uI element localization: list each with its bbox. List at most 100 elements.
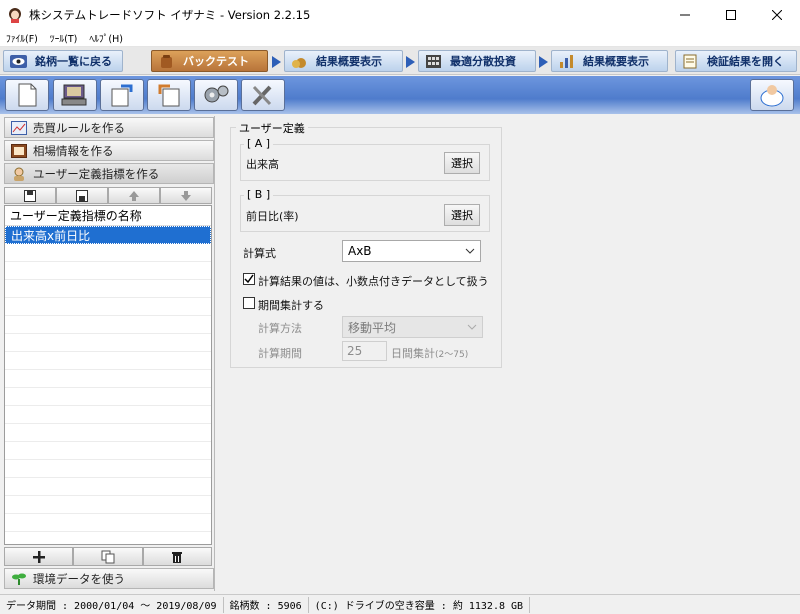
add-button[interactable] bbox=[4, 547, 74, 566]
menu-tools[interactable]: ﾂｰﾙ(T) bbox=[44, 31, 83, 45]
delete-button[interactable] bbox=[142, 547, 212, 566]
a-label: [ A ] bbox=[244, 137, 274, 150]
tab-optimal-diversification[interactable]: 最適分散投資 bbox=[418, 50, 536, 72]
save-as-button[interactable] bbox=[56, 187, 108, 204]
tab-label: 最適分散投資 bbox=[450, 55, 516, 68]
create-user-indicator-button[interactable]: ユーザー定義指標を作る bbox=[4, 163, 214, 184]
calc-method-select[interactable]: 移動平均 bbox=[342, 316, 483, 338]
import-button[interactable] bbox=[147, 79, 191, 111]
list-item-empty[interactable] bbox=[5, 406, 211, 424]
list-item-empty[interactable] bbox=[5, 514, 211, 532]
minimize-button[interactable] bbox=[662, 0, 708, 30]
period-checkbox-label[interactable]: 期間集計する bbox=[258, 297, 324, 313]
menu-help[interactable]: ﾍﾙﾌﾟ(H) bbox=[83, 31, 129, 45]
maximize-button[interactable] bbox=[708, 0, 754, 30]
calc-period-input[interactable]: 25 bbox=[342, 341, 387, 361]
title-bar: 株システムトレードソフト イザナミ - Version 2.2.15 bbox=[0, 0, 800, 30]
list-item-empty[interactable] bbox=[5, 442, 211, 460]
list-item-empty[interactable] bbox=[5, 388, 211, 406]
create-market-info-button[interactable]: 相場情報を作る bbox=[4, 140, 214, 161]
grid-icon bbox=[426, 54, 441, 68]
use-environment-data-button[interactable]: 環境データを使う bbox=[4, 568, 214, 589]
list-item-empty[interactable] bbox=[5, 370, 211, 388]
menu-file[interactable]: ﾌｧｲﾙ(F) bbox=[0, 31, 44, 45]
list-item-empty[interactable] bbox=[5, 280, 211, 298]
export-icon bbox=[111, 84, 133, 107]
list-header: ユーザー定義指標の名称 bbox=[5, 206, 211, 226]
export-button[interactable] bbox=[100, 79, 144, 111]
list-item-empty[interactable] bbox=[5, 298, 211, 316]
stock-count: 銘柄数 : 5906 bbox=[224, 596, 309, 613]
list-item-empty[interactable] bbox=[5, 316, 211, 334]
copy-button[interactable] bbox=[73, 547, 143, 566]
period-checkbox[interactable] bbox=[243, 297, 255, 309]
a-select-button[interactable]: 選択 bbox=[444, 152, 480, 174]
gears-icon bbox=[204, 85, 229, 103]
close-icon bbox=[772, 10, 782, 20]
formula-select[interactable]: AxB bbox=[342, 240, 481, 262]
app-icon bbox=[9, 8, 21, 23]
formula-label: 計算式 bbox=[243, 247, 276, 260]
tools-button[interactable] bbox=[241, 79, 285, 111]
data-period: データ期間 : 2000/01/04 〜 2019/08/09 bbox=[0, 596, 224, 613]
plus-icon bbox=[32, 550, 45, 563]
settings-button[interactable] bbox=[194, 79, 238, 111]
print-button[interactable] bbox=[53, 79, 97, 111]
calc-period-unit: 日間集計 bbox=[391, 347, 435, 360]
create-trade-rule-button[interactable]: 売買ルールを作る bbox=[4, 117, 214, 138]
frame-icon bbox=[11, 143, 27, 158]
list-item[interactable]: 出来高x前日比 bbox=[5, 226, 211, 244]
arrow-right-icon bbox=[539, 56, 548, 68]
indicator-list: ユーザー定義指標の名称 出来高x前日比 bbox=[4, 205, 212, 545]
bar-chart-icon bbox=[560, 54, 573, 68]
left-panel: 売買ルールを作る 相場情報を作る ユーザー定義指標を作る ユーザー定義指標の名称… bbox=[0, 116, 215, 591]
new-file-icon bbox=[18, 83, 37, 107]
b-select-button[interactable]: 選択 bbox=[444, 204, 480, 226]
decimal-checkbox[interactable] bbox=[243, 273, 255, 285]
toolbar bbox=[0, 76, 800, 114]
tab-open-results[interactable]: 検証結果を開く bbox=[675, 50, 797, 72]
chevron-down-icon bbox=[465, 248, 475, 254]
menu-bar: ﾌｧｲﾙ(F) ﾂｰﾙ(T) ﾍﾙﾌﾟ(H) bbox=[0, 30, 800, 47]
tab-label: バックテスト bbox=[183, 55, 249, 68]
save-button[interactable] bbox=[4, 187, 56, 204]
money-bag-icon bbox=[292, 57, 306, 68]
side-button-label: ユーザー定義指標を作る bbox=[33, 166, 160, 181]
arrow-right-icon bbox=[406, 56, 415, 68]
list-item-empty[interactable] bbox=[5, 424, 211, 442]
b-value: 前日比(率) bbox=[246, 210, 299, 223]
list-item-empty[interactable] bbox=[5, 244, 211, 262]
tab-result-summary-2[interactable]: 結果概要表示 bbox=[551, 50, 668, 72]
close-button[interactable] bbox=[754, 0, 800, 30]
list-item-empty[interactable] bbox=[5, 496, 211, 514]
formula-value: AxB bbox=[348, 244, 372, 258]
tab-stock-list[interactable]: 銘柄一覧に戻る bbox=[3, 50, 123, 72]
calc-method-value: 移動平均 bbox=[348, 320, 397, 335]
move-up-button[interactable] bbox=[108, 187, 160, 204]
list-item-empty[interactable] bbox=[5, 478, 211, 496]
window-title: 株システムトレードソフト イザナミ - Version 2.2.15 bbox=[29, 8, 311, 22]
calc-method-label: 計算方法 bbox=[258, 322, 302, 335]
wrench-icon bbox=[252, 85, 272, 106]
help-button[interactable] bbox=[750, 79, 794, 111]
list-actions bbox=[4, 547, 212, 566]
list-item-empty[interactable] bbox=[5, 460, 211, 478]
move-down-button[interactable] bbox=[160, 187, 212, 204]
list-item-empty[interactable] bbox=[5, 352, 211, 370]
side-button-label: 売買ルールを作る bbox=[33, 120, 125, 135]
workflow-tabs: 銘柄一覧に戻る バックテスト 結果概要表示 最適分散投資 結果概要表示 検証結果… bbox=[0, 47, 800, 75]
list-item-empty[interactable] bbox=[5, 262, 211, 280]
tab-result-summary-1[interactable]: 結果概要表示 bbox=[284, 50, 403, 72]
decimal-checkbox-label[interactable]: 計算結果の値は、小数点付きデータとして扱う bbox=[258, 273, 489, 289]
list-item-empty[interactable] bbox=[5, 334, 211, 352]
tab-label: 検証結果を開く bbox=[707, 55, 784, 68]
drive-space: (C:) ドライブの空き容量 : 約 1132.8 GB bbox=[309, 596, 531, 613]
new-button[interactable] bbox=[5, 79, 49, 111]
calc-period-label: 計算期間 bbox=[258, 347, 302, 360]
calc-period-range: (2〜75) bbox=[435, 350, 469, 360]
tab-backtest[interactable]: バックテスト bbox=[151, 50, 268, 72]
arrow-down-icon bbox=[181, 190, 191, 201]
minimize-icon bbox=[680, 14, 690, 16]
copy-icon bbox=[101, 550, 115, 563]
eye-icon bbox=[10, 54, 27, 68]
